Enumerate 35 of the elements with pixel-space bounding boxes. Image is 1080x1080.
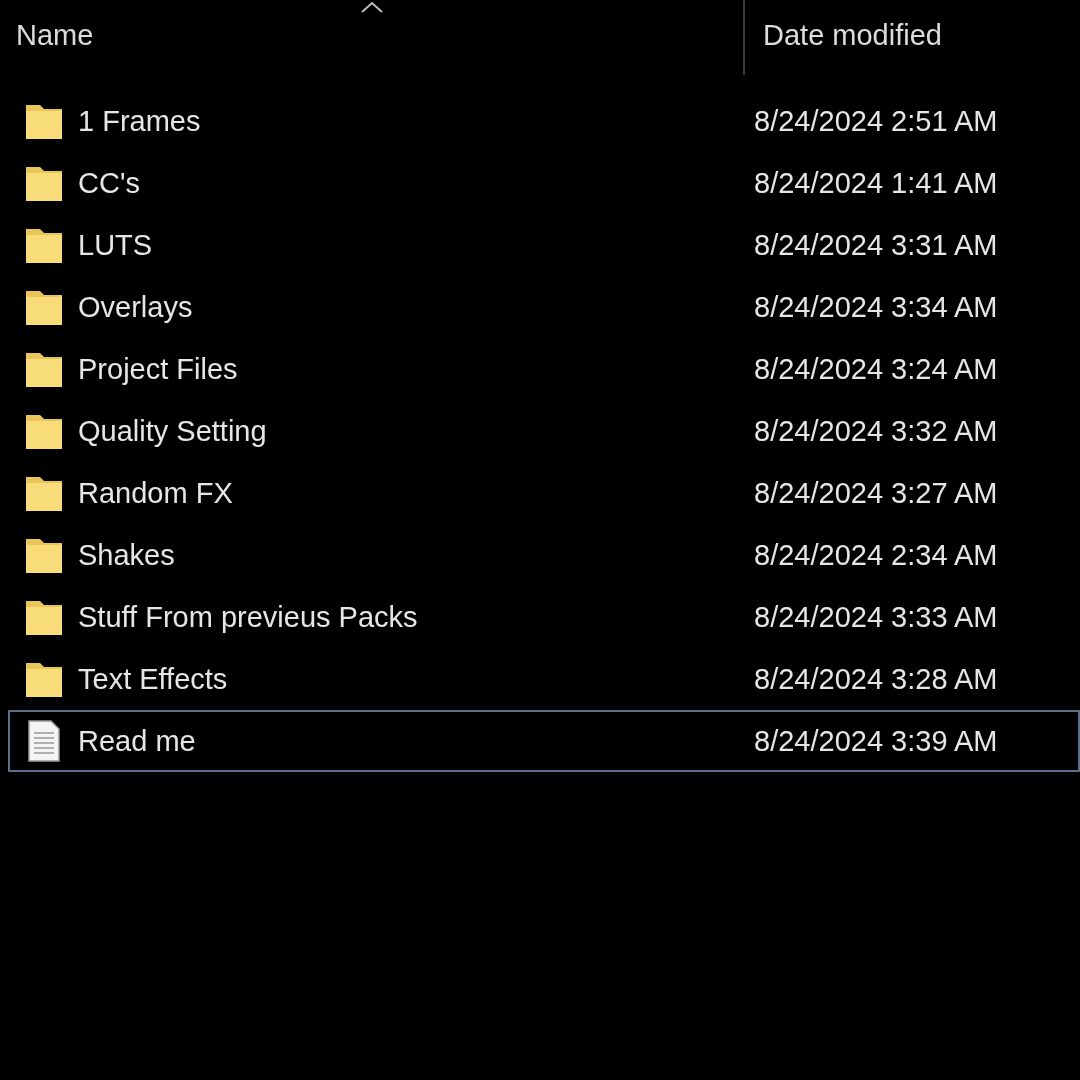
file-row[interactable]: 1 Frames 8/24/2024 2:51 AM [8,90,1080,152]
date-modified: 8/24/2024 3:28 AM [754,662,998,696]
file-row[interactable]: Shakes 8/24/2024 2:34 AM [8,524,1080,586]
file-row[interactable]: Project Files 8/24/2024 3:24 AM [8,338,1080,400]
date-modified: 8/24/2024 3:33 AM [754,600,998,634]
file-row[interactable]: Text Effects 8/24/2024 3:28 AM [8,648,1080,710]
column-header[interactable]: Name [16,19,94,56]
date-modified: 8/24/2024 3:24 AM [754,352,998,386]
date-modified: 8/24/2024 2:34 AM [754,538,998,572]
file-name: Shakes [78,538,175,572]
file-name: Read me [78,724,196,758]
file-row[interactable]: Stuff From previeus Packs 8/24/2024 3:33 AM [8,586,1080,648]
file-row[interactable]: Overlays 8/24/2024 3:34 AM [8,276,1080,338]
date-modified: 8/24/2024 1:41 AM [754,166,998,200]
date-modified: 8/24/2024 3:27 AM [754,476,998,510]
file-row[interactable]: Quality Setting 8/24/2024 3:32 AM [8,400,1080,462]
date-modified: 8/24/2024 3:31 AM [754,228,998,262]
file-name: LUTS [78,228,153,262]
date-modified: 8/24/2024 3:32 AM [754,414,998,448]
file-name: Stuff From previeus Packs [78,600,418,634]
file-name: Quality Setting [78,414,267,448]
date-modified: 8/24/2024 2:51 AM [754,104,998,138]
file-name: Project Files [78,352,238,386]
date-modified: 8/24/2024 3:34 AM [754,290,998,324]
file-name: Random FX [78,476,233,510]
file-name: Text Effects [78,662,228,696]
column-header[interactable]: Date modified [763,19,942,56]
file-name: CC's [78,166,140,200]
file-row[interactable]: LUTS 8/24/2024 3:31 AM [8,214,1080,276]
file-name: Overlays [78,290,193,324]
file-row[interactable]: Random FX 8/24/2024 3:27 AM [8,462,1080,524]
file-row[interactable]: Read me 8/24/2024 3:39 AM [8,710,1080,772]
file-name: 1 Frames [78,104,201,138]
date-modified: 8/24/2024 3:39 AM [754,724,998,758]
file-row[interactable]: CC's 8/24/2024 1:41 AM [8,152,1080,214]
